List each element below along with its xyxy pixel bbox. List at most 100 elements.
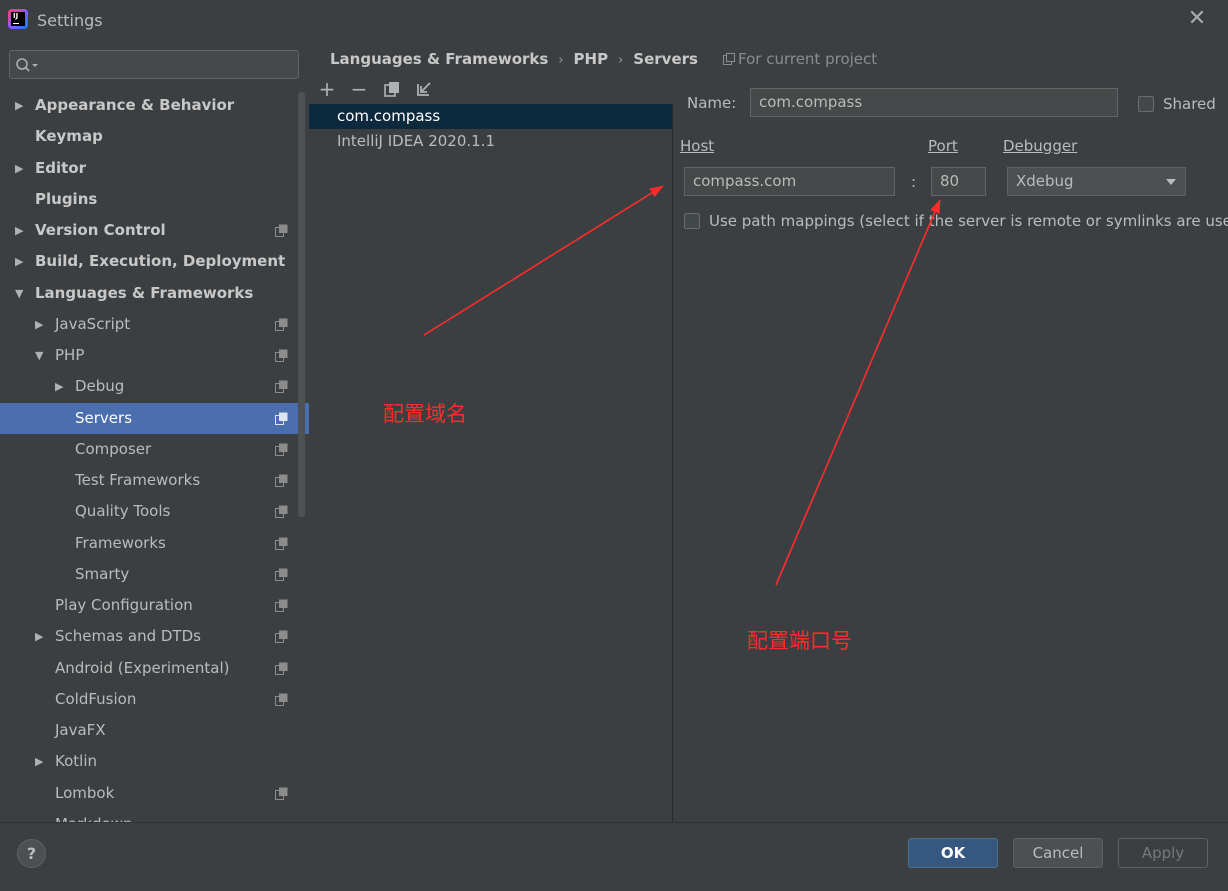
collapsed-arrow-icon[interactable]: ▶ <box>15 246 27 277</box>
project-scope-icon <box>275 693 288 706</box>
collapsed-arrow-icon[interactable]: ▶ <box>15 215 27 246</box>
collapsed-arrow-icon[interactable]: ▶ <box>35 309 47 340</box>
debugger-label: Debugger <box>1003 137 1078 155</box>
sidebar-item-label: Quality Tools <box>75 502 171 520</box>
collapsed-arrow-icon[interactable]: ▶ <box>35 746 47 777</box>
sidebar-item-label: Play Configuration <box>55 596 193 614</box>
sidebar-item[interactable]: Test Frameworks <box>0 465 309 496</box>
cancel-button[interactable]: Cancel <box>1013 838 1103 868</box>
expanded-arrow-icon[interactable]: ▼ <box>15 278 27 309</box>
collapsed-arrow-icon[interactable]: ▶ <box>15 153 27 184</box>
collapsed-arrow-icon[interactable]: ▶ <box>55 371 67 402</box>
sidebar-item[interactable]: Plugins <box>0 184 309 215</box>
sidebar-item-label: Version Control <box>35 221 166 239</box>
sidebar-item-label: Smarty <box>75 565 130 583</box>
sidebar-item-label: PHP <box>55 346 85 364</box>
remove-server-button[interactable]: − <box>348 78 370 100</box>
breadcrumb-separator: › <box>558 53 564 68</box>
sidebar-item-label: Schemas and DTDs <box>55 627 201 645</box>
sidebar-item[interactable]: JavaFX <box>0 715 309 746</box>
add-server-button[interactable]: + <box>316 78 338 100</box>
sidebar-item[interactable]: ▶ Kotlin <box>0 746 309 777</box>
debugger-select-value: Xdebug <box>1016 172 1074 190</box>
breadcrumb-separator: › <box>618 53 624 68</box>
servers-list: com.compass IntelliJ IDEA 2020.1.1 <box>309 104 673 822</box>
name-field[interactable]: com.compass <box>750 88 1118 117</box>
sidebar-item[interactable]: Markdown <box>0 809 309 822</box>
breadcrumb: Languages & Frameworks › PHP › Servers <box>330 48 698 70</box>
sidebar-item[interactable]: Lombok <box>0 778 309 809</box>
sidebar-item-label: Servers <box>75 409 133 427</box>
search-icon <box>16 58 38 72</box>
sidebar-item[interactable]: ▼ Languages & Frameworks <box>0 278 309 309</box>
sidebar-item-label: Android (Experimental) <box>55 659 230 677</box>
ok-button[interactable]: OK <box>908 838 998 868</box>
sidebar-item-label: Keymap <box>35 127 103 145</box>
server-list-item[interactable]: IntelliJ IDEA 2020.1.1 <box>309 129 672 154</box>
sidebar-scrollbar[interactable] <box>298 92 305 517</box>
collapsed-arrow-icon[interactable]: ▶ <box>35 621 47 652</box>
sidebar-item[interactable]: ▶ Build, Execution, Deployment <box>0 246 309 277</box>
shared-label: Shared <box>1163 95 1216 113</box>
sidebar-item[interactable]: Keymap <box>0 121 309 152</box>
project-scope-icon <box>275 662 288 675</box>
project-scope-icon <box>275 537 288 550</box>
expanded-arrow-icon[interactable]: ▼ <box>35 340 47 371</box>
server-list-item[interactable]: com.compass <box>309 104 672 129</box>
sidebar-item[interactable]: Android (Experimental) <box>0 653 309 684</box>
sidebar-item[interactable]: ▶ Editor <box>0 153 309 184</box>
sidebar-item[interactable]: ▶ Schemas and DTDs <box>0 621 309 652</box>
window-title: Settings <box>37 11 103 30</box>
sidebar-item[interactable]: Smarty <box>0 559 309 590</box>
breadcrumb-php[interactable]: PHP <box>574 48 609 70</box>
sidebar-item[interactable]: ColdFusion <box>0 684 309 715</box>
port-annotation: 配置端口号 <box>747 629 852 653</box>
apply-button[interactable]: Apply <box>1118 838 1208 868</box>
sidebar-item-label: JavaScript <box>55 315 131 333</box>
host-port-colon: : <box>911 173 917 191</box>
project-scope-icon <box>275 599 288 612</box>
copy-server-button[interactable] <box>381 78 403 100</box>
port-field[interactable]: 80 <box>931 167 986 196</box>
servers-toolbar: + − <box>309 76 673 102</box>
sidebar-item-label: Composer <box>75 440 152 458</box>
project-scope-icon <box>275 443 288 456</box>
copy-icon <box>384 82 399 97</box>
dialog-footer: ? OK Cancel Apply <box>0 822 1228 891</box>
sidebar-item[interactable]: ▶ Appearance & Behavior <box>0 90 309 121</box>
sidebar-item[interactable]: Quality Tools <box>0 496 309 527</box>
sidebar-item[interactable]: Composer <box>0 434 309 465</box>
search-input[interactable] <box>9 50 299 79</box>
chevron-down-icon <box>1166 179 1176 185</box>
sidebar-item-label: Appearance & Behavior <box>35 96 235 114</box>
host-field[interactable]: compass.com <box>684 167 895 196</box>
sidebar-item-label: Lombok <box>55 784 115 802</box>
close-icon[interactable]: ✕ <box>1186 8 1208 30</box>
sidebar-item-label: Languages & Frameworks <box>35 284 254 302</box>
sidebar-item-label: Kotlin <box>55 752 97 770</box>
title-bar: IJ Settings ✕ <box>0 0 1228 40</box>
help-button[interactable]: ? <box>17 839 46 868</box>
project-scope-icon <box>275 224 288 237</box>
breadcrumb-languages[interactable]: Languages & Frameworks <box>330 48 548 70</box>
sidebar-item[interactable]: ▶ JavaScript <box>0 309 309 340</box>
server-form: Name: com.compass Shared Host Port Debug… <box>674 40 1228 822</box>
debugger-select[interactable]: Xdebug <box>1007 167 1186 196</box>
sidebar-item-label: Plugins <box>35 190 98 208</box>
sidebar-item[interactable]: Frameworks <box>0 528 309 559</box>
sidebar-item-label: ColdFusion <box>55 690 137 708</box>
sidebar-item[interactable]: Servers <box>0 403 309 434</box>
sidebar-item-label: Frameworks <box>75 534 166 552</box>
sidebar-item-label: Test Frameworks <box>75 471 201 489</box>
collapsed-arrow-icon[interactable]: ▶ <box>15 90 27 121</box>
project-scope-icon <box>275 380 288 393</box>
import-server-button[interactable] <box>413 78 435 100</box>
sidebar-item[interactable]: ▶ Debug <box>0 371 309 402</box>
sidebar-item[interactable]: ▼ PHP <box>0 340 309 371</box>
sidebar-item-label: Build, Execution, Deployment <box>35 252 286 270</box>
sidebar-item[interactable]: ▶ Version Control <box>0 215 309 246</box>
sidebar-item-label: Debug <box>75 377 125 395</box>
path-mappings-checkbox[interactable] <box>684 213 700 229</box>
shared-checkbox[interactable] <box>1138 96 1154 112</box>
sidebar-item[interactable]: Play Configuration <box>0 590 309 621</box>
